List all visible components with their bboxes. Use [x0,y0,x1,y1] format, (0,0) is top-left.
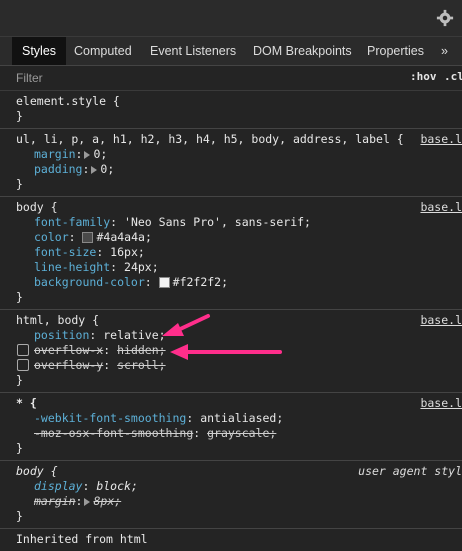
class-toggle[interactable]: .cl [444,70,462,83]
expand-triangle-icon[interactable] [84,497,91,506]
rule-html-body: html, body { base.l position: relative; … [0,310,462,393]
rule-user-agent-body: body { user agent styl display: block; m… [0,461,462,529]
tab-computed[interactable]: Computed [74,37,132,65]
declaration[interactable]: line-height: 24px; [16,260,462,275]
more-tabs-button[interactable]: » [441,37,448,65]
rule-selector: body { [16,464,58,478]
color-swatch[interactable] [158,277,170,288]
rule-source-label: user agent styl [358,464,462,478]
declaration-checkbox[interactable] [17,359,29,371]
declaration[interactable]: position: relative; [16,328,462,343]
gear-icon[interactable] [436,9,454,27]
rule-reset: ul, li, p, a, h1, h2, h3, h4, h5, body, … [0,129,462,197]
declaration[interactable]: margin: 0; [16,147,462,162]
rule-source-link[interactable]: base.l [420,200,462,215]
tab-event-listeners[interactable]: Event Listeners [150,37,236,65]
color-swatch[interactable] [82,232,94,243]
rule-element-style: element.style { } [0,91,462,129]
rule-source-link[interactable]: base.l [420,396,462,411]
styles-pane: element.style { } ul, li, p, a, h1, h2, … [0,91,462,551]
rule-close-brace: } [16,109,23,123]
rule-selector: body { [16,200,58,214]
declaration[interactable]: font-family: 'Neo Sans Pro', sans-serif; [16,215,462,230]
rule-source-link[interactable]: base.l [420,313,462,328]
rule-selector: html, body { [16,313,100,327]
declaration-disabled[interactable]: overflow-x: hidden; [16,343,462,358]
declaration[interactable]: padding: 0; [16,162,462,177]
tab-styles[interactable]: Styles [12,37,67,65]
declaration-disabled[interactable]: overflow-y: scroll; [16,358,462,373]
declaration-checkbox[interactable] [17,344,29,356]
devtools-topbar [0,0,462,37]
panel-tabs: Styles Computed Event Listeners DOM Brea… [0,37,462,66]
declaration: display: block; [34,479,138,493]
declaration[interactable]: background-color: #f2f2f2; [16,275,462,290]
rule-universal: * { base.l -webkit-font-smoothing: antia… [0,393,462,461]
filter-bar: :hov .cl [0,66,462,91]
declaration[interactable]: color: #4a4a4a; [16,230,462,245]
tab-dom-breakpoints[interactable]: DOM Breakpoints [253,37,352,65]
rule-source-link[interactable]: base.l [420,132,462,147]
inherited-header: Inherited from html [16,532,148,546]
filter-input[interactable] [14,69,388,87]
rule-selector: * { [16,396,37,410]
inherited-section: Inherited from html [0,529,462,551]
expand-triangle-icon[interactable] [91,165,98,174]
declaration[interactable]: -webkit-font-smoothing: antialiased; [16,411,462,426]
rule-body: body { base.l font-family: 'Neo Sans Pro… [0,197,462,310]
declaration-invalid[interactable]: -moz-osx-font-smoothing: grayscale; [16,426,462,441]
rule-selector: element.style { [16,94,120,108]
declaration-overridden: margin: 8px; [34,494,122,508]
tab-properties[interactable]: Properties [367,37,424,65]
expand-triangle-icon[interactable] [84,150,91,159]
hover-state-toggle[interactable]: :hov [410,70,437,83]
rule-selector: ul, li, p, a, h1, h2, h3, h4, h5, body, … [16,132,404,146]
declaration[interactable]: font-size: 16px; [16,245,462,260]
